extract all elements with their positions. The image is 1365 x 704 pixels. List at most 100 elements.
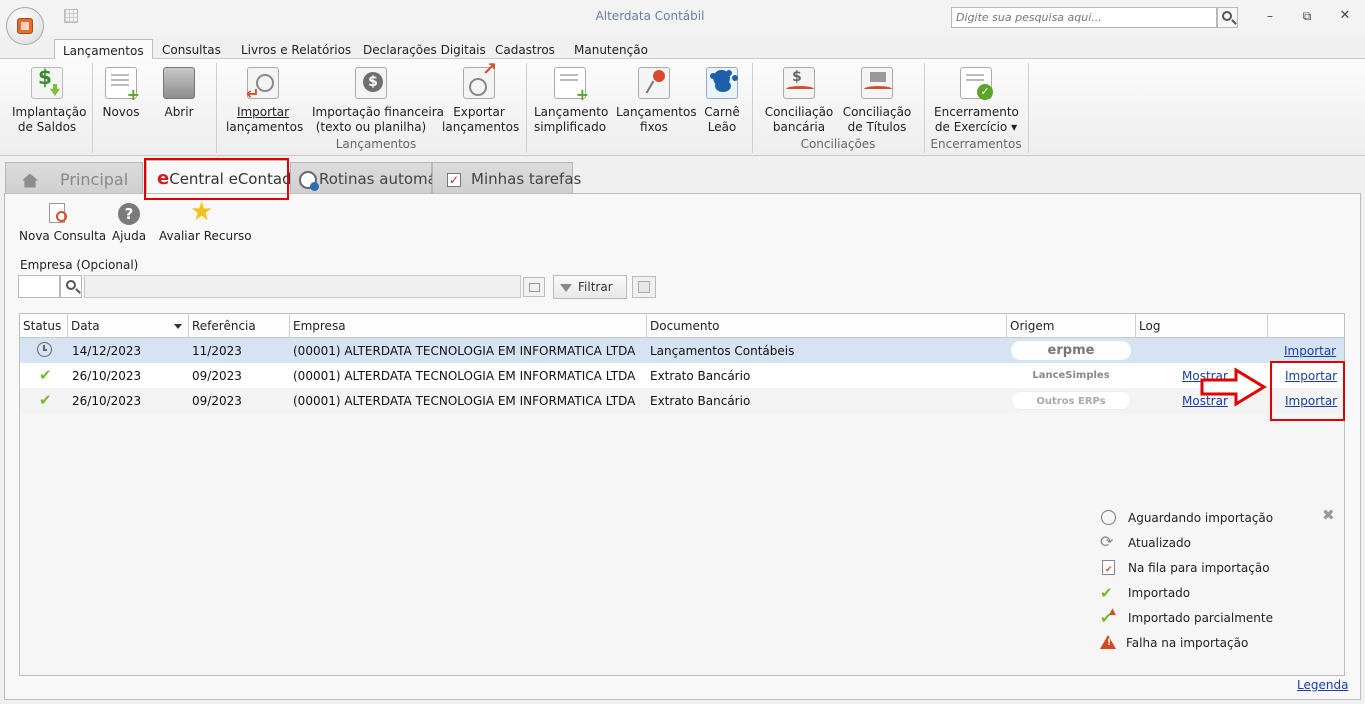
export-grid-button[interactable]: [632, 276, 656, 298]
partial-check-icon: ✔ ▲: [1100, 607, 1116, 627]
company-name-field: [84, 275, 521, 298]
row-ref: 11/2023: [192, 344, 242, 358]
check-icon: ✔: [1100, 584, 1113, 602]
carne-leao-button[interactable]: ● Carnê Leão: [702, 67, 742, 135]
abrir-button[interactable]: Abrir: [160, 67, 198, 120]
tab-manutencao[interactable]: Manutenção: [566, 39, 656, 60]
group-label-lancamentos: Lançamentos: [335, 137, 417, 151]
col-empresa[interactable]: Empresa: [290, 314, 647, 338]
filtrar-button[interactable]: Filtrar: [553, 275, 627, 299]
ribbon-tab-bar: Lançamentos Consultas Livros e Relatório…: [0, 36, 1365, 61]
col-log[interactable]: Log: [1136, 314, 1268, 338]
close-button[interactable]: ✕: [1335, 8, 1355, 24]
col-documento[interactable]: Documento: [647, 314, 1007, 338]
tab-declaracoes-digitais[interactable]: Declarações Digitais: [355, 39, 494, 60]
lancamento-simplificado-button[interactable]: + Lançamento simplificado: [534, 67, 608, 135]
row-date: 14/12/2023: [72, 344, 142, 358]
row-ref: 09/2023: [192, 394, 242, 408]
card-icon: [529, 283, 540, 292]
refresh-icon: ⟳: [1100, 532, 1114, 551]
search-document-icon: [47, 202, 71, 226]
home-icon: [22, 173, 38, 188]
title-bar: Alterdata Contábil Digite sua pesquisa a…: [0, 0, 1365, 45]
help-icon: ?: [117, 202, 141, 226]
app-logo-icon: [17, 18, 33, 34]
tab-minhas-tarefas[interactable]: ✓ Minhas tarefas: [432, 162, 581, 194]
conciliacao-bancaria-button[interactable]: $ Conciliação bancária: [764, 67, 834, 135]
ribbon: $ Implantação de Saldos + Novos Abrir ↵ I…: [0, 59, 1365, 156]
col-action: [1268, 314, 1344, 338]
importar-link[interactable]: Importar: [1281, 338, 1339, 363]
central-econtador-panel: Nova Consulta ? Ajuda ★ Avaliar Recurso …: [4, 193, 1361, 700]
title-reconcile-icon: [861, 67, 893, 99]
highlight-importar-links: [1270, 361, 1345, 421]
filter-icon: [560, 283, 572, 292]
company-search-button[interactable]: [60, 275, 82, 298]
col-status[interactable]: Status: [20, 314, 68, 338]
legenda-link[interactable]: Legenda: [1297, 678, 1348, 692]
row-document: Lançamentos Contábeis: [650, 344, 795, 358]
minimize-button[interactable]: –: [1260, 8, 1280, 24]
row-company: (00001) ALTERDATA TECNOLOGIA EM INFORMAT…: [293, 369, 636, 383]
ajuda-button[interactable]: ? Ajuda: [111, 202, 147, 243]
tab-rotinas-automaticas[interactable]: Rotinas automáticas: [290, 162, 472, 194]
restore-button[interactable]: ⧉: [1297, 8, 1317, 24]
outros-erps-logo: Outros ERPs: [1011, 391, 1131, 410]
new-document-icon: +: [105, 67, 140, 103]
tab-cadastros[interactable]: Cadastros: [487, 39, 563, 60]
red-arrow-icon: [1200, 367, 1267, 407]
nova-consulta-button[interactable]: Nova Consulta: [19, 202, 106, 243]
col-referencia[interactable]: Referência: [189, 314, 290, 338]
tab-lancamentos[interactable]: Lançamentos: [54, 39, 153, 61]
row-ref: 09/2023: [192, 369, 242, 383]
novos-button[interactable]: + Novos: [102, 67, 140, 120]
row-company: (00001) ALTERDATA TECNOLOGIA EM INFORMAT…: [293, 344, 636, 358]
conciliacao-titulos-button[interactable]: Conciliação de Títulos: [842, 67, 912, 135]
search-input[interactable]: Digite sua pesquisa aqui...: [951, 7, 1217, 28]
row-date: 26/10/2023: [72, 394, 142, 408]
lancesimples-logo: LanceSimples: [1032, 370, 1110, 381]
tab-livros-relatorios[interactable]: Livros e Relatórios: [233, 39, 359, 60]
company-lookup-button[interactable]: [523, 277, 545, 297]
export-icon: [638, 281, 650, 293]
exportar-lancamentos-button[interactable]: ↗ Exportar lançamentos: [442, 61, 519, 135]
queue-icon: ✔: [1100, 559, 1118, 577]
simple-entry-icon: +: [554, 67, 589, 103]
encerramento-exercicio-button[interactable]: ✓ Encerramento de Exercício ▾: [934, 67, 1019, 135]
check-status-icon: ✔: [39, 366, 52, 384]
clock-gear-icon: [299, 170, 319, 191]
pin-document-icon: [638, 67, 670, 99]
erpme-logo: erpme: [1011, 341, 1131, 360]
col-origem[interactable]: Origem: [1007, 314, 1136, 338]
group-label-conciliacoes: Conciliações: [800, 137, 876, 151]
search-button[interactable]: [1217, 7, 1238, 28]
tab-principal[interactable]: Principal: [5, 162, 143, 194]
table-row[interactable]: ✔ 26/10/2023 09/2023 (00001) ALTERDATA T…: [20, 388, 1344, 413]
col-data[interactable]: Data: [68, 314, 189, 338]
open-folder-icon: [163, 67, 195, 99]
star-icon: ★: [190, 197, 214, 227]
legend-close-icon[interactable]: ✖: [1322, 506, 1335, 524]
company-code-input[interactable]: [18, 275, 60, 298]
dollar-document-icon: $: [31, 67, 63, 99]
importacao-financeira-button[interactable]: $ Importação financeira (texto ou planilh…: [312, 67, 444, 135]
sort-desc-icon: [174, 324, 182, 329]
search-icon: [66, 280, 76, 290]
implantacao-saldos-button[interactable]: $ Implantação de Saldos: [12, 67, 87, 135]
clock-icon: [1100, 509, 1118, 527]
tab-consultas[interactable]: Consultas: [154, 39, 229, 60]
table-row[interactable]: 14/12/2023 11/2023 (00001) ALTERDATA TEC…: [20, 338, 1344, 363]
group-label-encerramentos: Encerramentos: [930, 137, 1022, 151]
app-menu-button[interactable]: [6, 7, 44, 45]
importar-lancamentos-button[interactable]: ↵ Importar lançamentos: [226, 67, 303, 135]
grid-header: Status Data Referência Empresa Documento…: [20, 314, 1344, 338]
row-document: Extrato Bancário: [650, 369, 751, 383]
row-company: (00001) ALTERDATA TECNOLOGIA EM INFORMAT…: [293, 394, 636, 408]
export-clock-icon: ↗: [463, 61, 497, 99]
paw-icon: ●: [706, 67, 738, 99]
checkbox-icon: ✓: [447, 172, 461, 187]
finance-import-icon: $: [355, 67, 387, 99]
lancamentos-fixos-button[interactable]: Lançamentos fixos: [616, 67, 697, 135]
table-row[interactable]: ✔ 26/10/2023 09/2023 (00001) ALTERDATA T…: [20, 363, 1344, 388]
avaliar-recurso-button[interactable]: ★ Avaliar Recurso: [159, 197, 252, 243]
